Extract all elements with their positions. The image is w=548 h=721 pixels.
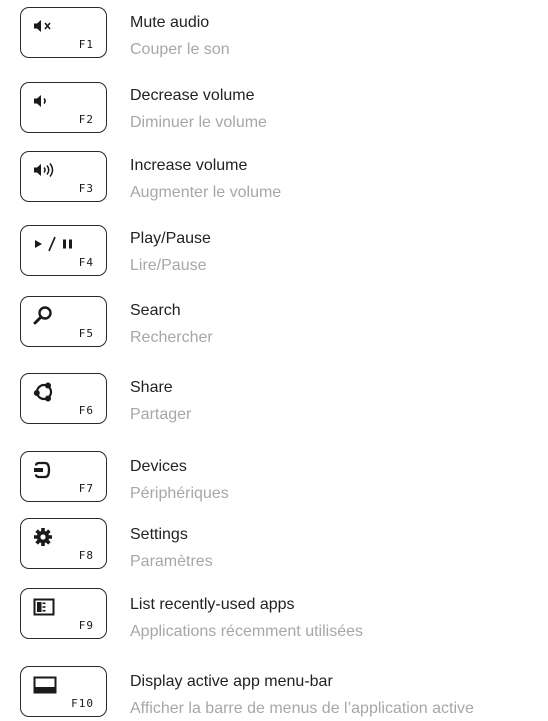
description-en: Play/Pause bbox=[130, 230, 211, 247]
key-label: F5 bbox=[78, 327, 94, 340]
key-cap-f9: F9 bbox=[20, 588, 107, 639]
volume-up-icon bbox=[33, 160, 57, 180]
description-en: Increase volume bbox=[130, 157, 248, 174]
key-cap-f5: F5 bbox=[20, 296, 107, 347]
key-cap-f8: F8 bbox=[20, 518, 107, 569]
key-description: Search Rechercher bbox=[130, 301, 213, 348]
description-en: Share bbox=[130, 379, 173, 396]
app-menu-bar-icon bbox=[33, 675, 57, 695]
description-fr: Afficher la barre de menus de l’applicat… bbox=[130, 700, 474, 717]
description-en: Devices bbox=[130, 458, 187, 475]
key-description: Play/Pause Lire/Pause bbox=[130, 229, 211, 276]
key-description: Display active app menu-bar Afficher la … bbox=[130, 672, 474, 719]
key-label: F10 bbox=[71, 697, 94, 710]
key-cap-f3: F3 bbox=[20, 151, 107, 202]
description-fr: Applications récemment utilisées bbox=[130, 623, 363, 640]
mute-icon bbox=[33, 16, 55, 36]
description-fr: Rechercher bbox=[130, 329, 213, 346]
key-description: Settings Paramètres bbox=[130, 525, 213, 572]
devices-icon bbox=[33, 460, 51, 480]
description-en: Mute audio bbox=[130, 14, 210, 31]
recent-apps-icon bbox=[33, 597, 55, 617]
key-cap-f6: F6 bbox=[20, 373, 107, 424]
key-description: Share Partager bbox=[130, 378, 191, 425]
key-description: List recently-used apps Applications réc… bbox=[130, 595, 363, 642]
description-fr: Diminuer le volume bbox=[130, 114, 267, 131]
description-en: Settings bbox=[130, 526, 188, 543]
search-icon bbox=[33, 305, 53, 325]
key-label: F9 bbox=[78, 619, 94, 632]
key-label: F7 bbox=[78, 482, 94, 495]
key-description: Decrease volume Diminuer le volume bbox=[130, 86, 267, 133]
key-label: F1 bbox=[78, 38, 94, 51]
description-en: Search bbox=[130, 302, 181, 319]
key-cap-f7: F7 bbox=[20, 451, 107, 502]
key-label: F8 bbox=[78, 549, 94, 562]
description-fr: Paramètres bbox=[130, 553, 213, 570]
volume-down-icon bbox=[33, 91, 55, 111]
key-label: F2 bbox=[78, 113, 94, 126]
key-cap-f1: F1 bbox=[20, 7, 107, 58]
description-en: Decrease volume bbox=[130, 87, 255, 104]
description-fr: Augmenter le volume bbox=[130, 184, 282, 201]
description-fr: Couper le son bbox=[130, 41, 230, 58]
key-cap-f10: F10 bbox=[20, 666, 107, 717]
description-fr: Lire/Pause bbox=[130, 257, 207, 274]
key-description: Mute audio Couper le son bbox=[130, 13, 230, 60]
key-description: Increase volume Augmenter le volume bbox=[130, 156, 281, 203]
key-label: F4 bbox=[78, 256, 94, 269]
description-en: List recently-used apps bbox=[130, 596, 295, 613]
share-icon bbox=[33, 382, 55, 402]
description-en: Display active app menu-bar bbox=[130, 673, 333, 690]
play-pause-icon bbox=[33, 234, 79, 254]
key-cap-f4: F4 bbox=[20, 225, 107, 276]
key-label: F6 bbox=[78, 404, 94, 417]
key-label: F3 bbox=[78, 182, 94, 195]
key-description: Devices Périphériques bbox=[130, 457, 229, 504]
description-fr: Périphériques bbox=[130, 485, 229, 502]
key-cap-f2: F2 bbox=[20, 82, 107, 133]
description-fr: Partager bbox=[130, 406, 192, 423]
settings-icon bbox=[33, 527, 53, 547]
